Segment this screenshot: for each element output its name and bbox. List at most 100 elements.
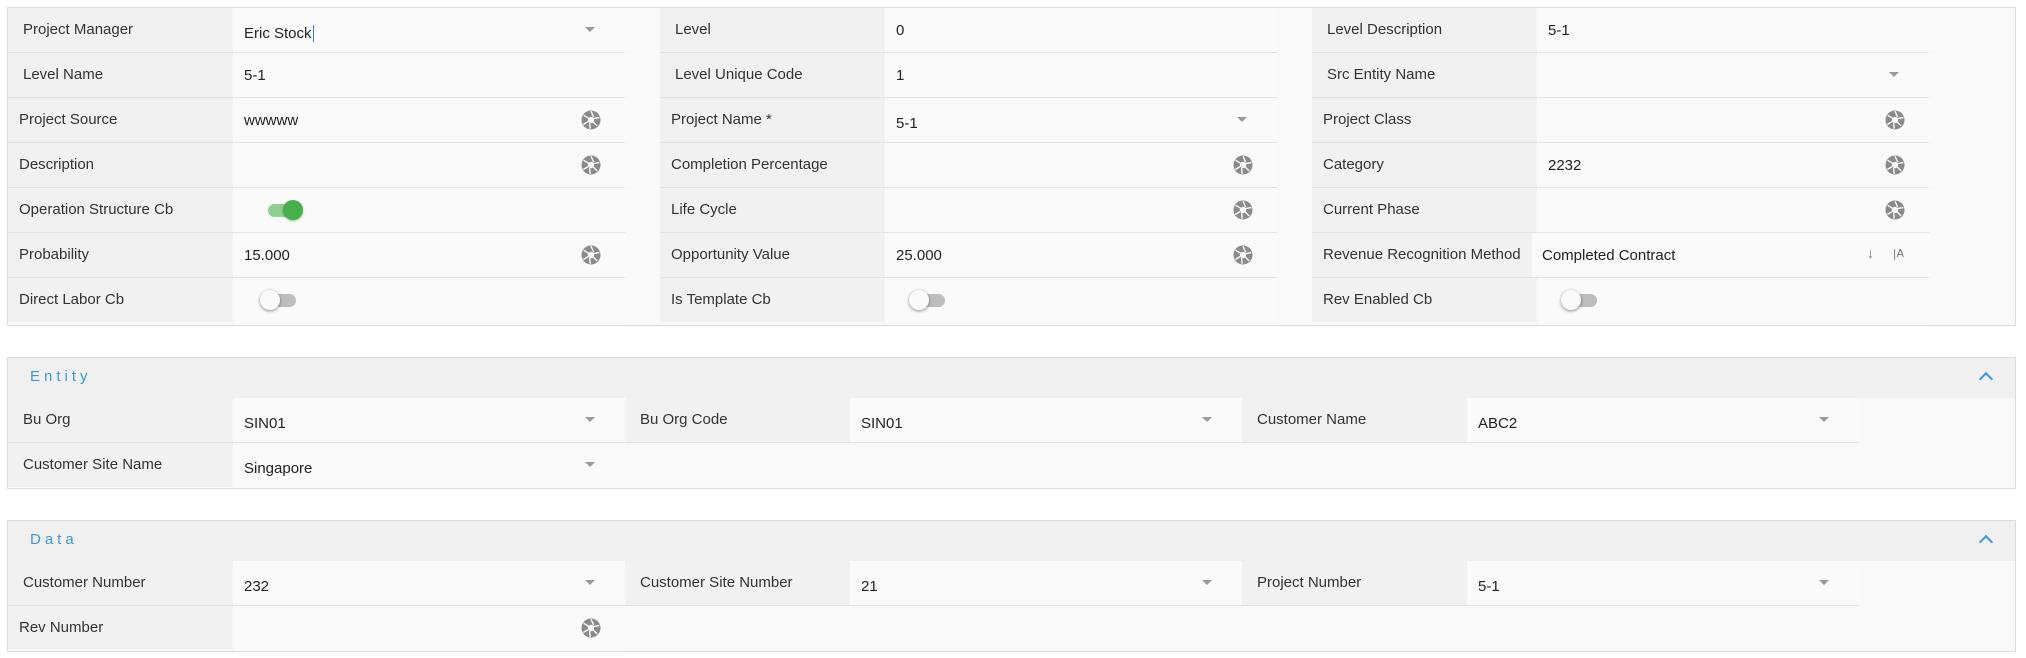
customer-site-name-select[interactable]: Singapore xyxy=(233,443,625,487)
customer-site-number-select[interactable]: 21 xyxy=(850,561,1242,605)
chevron-down-icon[interactable] xyxy=(585,27,595,32)
level-description-input[interactable]: 5-1 xyxy=(1537,8,1929,52)
chevron-down-icon[interactable] xyxy=(1237,117,1247,122)
field-current-phase: Current Phase xyxy=(1312,188,1929,233)
revenue-recognition-method-input[interactable]: Completed Contract ↓ |A xyxy=(1532,233,1929,277)
camera-shutter-icon[interactable] xyxy=(1233,200,1253,220)
field-direct-labor-cb: Direct Labor Cb xyxy=(8,278,625,323)
completion-percentage-input[interactable] xyxy=(885,143,1277,187)
field-customer-site-name: Customer Site Name Singapore xyxy=(8,443,625,488)
chevron-down-icon[interactable] xyxy=(1819,580,1829,585)
data-section: Data Customer Number 232 Customer Site N… xyxy=(7,520,2016,652)
field-label: Level Description xyxy=(1312,8,1537,52)
field-bu-org: Bu Org SIN01 xyxy=(8,398,625,443)
life-cycle-input[interactable] xyxy=(885,188,1277,232)
direct-labor-toggle[interactable] xyxy=(260,290,300,310)
opportunity-value-input[interactable]: 25.000 xyxy=(885,233,1277,277)
field-label: Project Class xyxy=(1312,98,1537,142)
camera-shutter-icon[interactable] xyxy=(1233,245,1253,265)
field-operation-structure-cb: Operation Structure Cb xyxy=(8,188,625,233)
category-input[interactable]: 2232 xyxy=(1537,143,1929,187)
project-manager-select[interactable]: Eric Stock xyxy=(233,8,625,52)
text-case-icon[interactable]: |A xyxy=(1893,247,1904,260)
project-name-select[interactable]: 5-1 xyxy=(885,98,1277,142)
camera-shutter-icon[interactable] xyxy=(581,110,601,130)
field-value: 25.000 xyxy=(896,246,942,264)
chevron-down-icon[interactable] xyxy=(585,417,595,422)
camera-shutter-icon[interactable] xyxy=(581,245,601,265)
field-label: Level xyxy=(660,8,885,52)
chevron-down-icon[interactable] xyxy=(585,462,595,467)
camera-shutter-icon[interactable] xyxy=(1233,155,1253,175)
field-rev-number: Rev Number xyxy=(8,606,625,651)
field-project-source: Project Source wwwww xyxy=(8,98,625,143)
field-value: Completed Contract xyxy=(1542,246,1676,264)
current-phase-input[interactable] xyxy=(1537,188,1929,232)
sort-down-icon[interactable]: ↓ xyxy=(1867,245,1874,261)
chevron-up-icon[interactable] xyxy=(1978,371,1994,387)
customer-name-select[interactable]: ABC2 xyxy=(1467,398,1859,442)
project-class-input[interactable] xyxy=(1537,98,1929,142)
level-input[interactable]: 0 xyxy=(885,8,1277,52)
camera-shutter-icon[interactable] xyxy=(581,618,601,638)
project-form-panel: Project Manager Eric Stock Level Name 5-… xyxy=(7,7,2016,326)
level-unique-code-input[interactable]: 1 xyxy=(885,53,1277,97)
field-level-description: Level Description 5-1 xyxy=(1312,8,1929,53)
field-customer-number: Customer Number 232 xyxy=(8,561,625,606)
field-label: Rev Number xyxy=(8,606,233,650)
field-label: Rev Enabled Cb xyxy=(1312,278,1537,322)
entity-section-header[interactable]: Entity xyxy=(8,358,2015,398)
section-title: Data xyxy=(30,531,78,548)
direct-labor-cb-cell xyxy=(233,278,625,322)
field-label: Customer Number xyxy=(8,561,233,605)
field-label: Level Name xyxy=(8,53,233,97)
data-section-header[interactable]: Data xyxy=(8,521,2015,561)
chevron-down-icon[interactable] xyxy=(1202,417,1212,422)
field-label: Category xyxy=(1312,143,1537,187)
rev-enabled-toggle[interactable] xyxy=(1561,290,1601,310)
field-project-manager: Project Manager Eric Stock xyxy=(8,8,625,53)
chevron-down-icon[interactable] xyxy=(1889,72,1899,77)
field-value: 5-1 xyxy=(896,114,918,132)
camera-shutter-icon[interactable] xyxy=(581,155,601,175)
field-value: 21 xyxy=(861,577,878,595)
field-completion-percentage: Completion Percentage xyxy=(660,143,1277,188)
customer-number-select[interactable]: 232 xyxy=(233,561,625,605)
chevron-down-icon[interactable] xyxy=(1202,580,1212,585)
project-source-input[interactable]: wwwww xyxy=(233,98,625,142)
bu-org-select[interactable]: SIN01 xyxy=(233,398,625,442)
probability-input[interactable]: 15.000 xyxy=(233,233,625,277)
field-customer-name: Customer Name ABC2 xyxy=(1242,398,1859,443)
is-template-toggle[interactable] xyxy=(909,290,949,310)
rev-number-input[interactable] xyxy=(233,606,625,650)
field-label: Opportunity Value xyxy=(660,233,885,277)
field-label: Direct Labor Cb xyxy=(8,278,233,322)
field-level-unique-code: Level Unique Code 1 xyxy=(660,53,1277,98)
field-value: ABC2 xyxy=(1478,414,1518,432)
chevron-down-icon[interactable] xyxy=(585,580,595,585)
chevron-down-icon[interactable] xyxy=(1819,417,1829,422)
level-name-input[interactable]: 5-1 xyxy=(233,53,625,97)
field-rev-enabled-cb: Rev Enabled Cb xyxy=(1312,278,1929,323)
field-label: Bu Org Code xyxy=(625,398,850,442)
field-label: Project Number xyxy=(1242,561,1467,605)
src-entity-name-select[interactable] xyxy=(1537,53,1929,97)
operation-structure-toggle[interactable] xyxy=(266,200,306,220)
entity-section: Entity Bu Org SIN01 Bu Org Code SIN01 Cu… xyxy=(7,357,2016,489)
field-label: Project Source xyxy=(8,98,233,142)
camera-shutter-icon[interactable] xyxy=(1885,110,1905,130)
field-probability: Probability 15.000 xyxy=(8,233,625,278)
camera-shutter-icon[interactable] xyxy=(1885,200,1905,220)
field-label: Completion Percentage xyxy=(660,143,885,187)
field-label: Level Unique Code xyxy=(660,53,885,97)
field-level-name: Level Name 5-1 xyxy=(8,53,625,98)
description-input[interactable] xyxy=(233,143,625,187)
camera-shutter-icon[interactable] xyxy=(1885,155,1905,175)
chevron-up-icon[interactable] xyxy=(1978,534,1994,550)
is-template-cb-cell xyxy=(885,278,1277,322)
field-customer-site-number: Customer Site Number 21 xyxy=(625,561,1242,606)
field-value: 232 xyxy=(244,577,270,595)
project-number-select[interactable]: 5-1 xyxy=(1467,561,1859,605)
bu-org-code-select[interactable]: SIN01 xyxy=(850,398,1242,442)
field-life-cycle: Life Cycle xyxy=(660,188,1277,233)
